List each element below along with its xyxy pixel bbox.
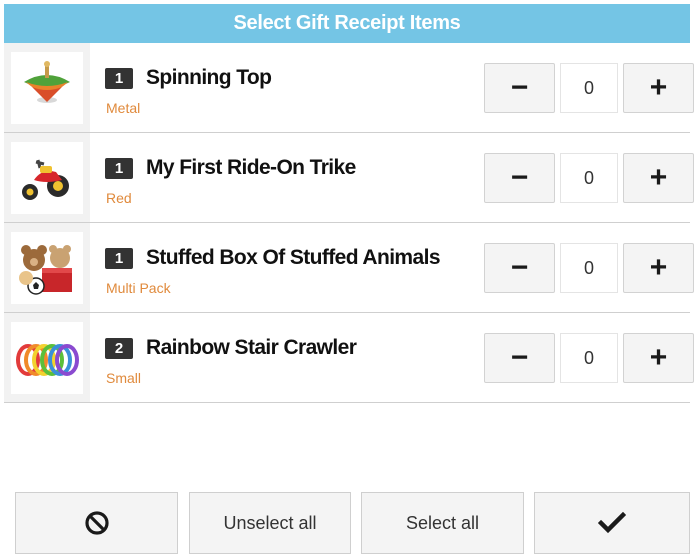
confirm-button[interactable]	[534, 492, 690, 554]
quantity-badge: 1	[105, 248, 133, 269]
decrement-button[interactable]: −	[484, 63, 555, 113]
no-entry-icon	[84, 511, 109, 535]
item-name: My First Ride-On Trike	[146, 156, 356, 179]
item-variant: Red	[106, 190, 132, 206]
item-list: 1 Spinning Top Metal − 0 + 1 My First Ri…	[4, 43, 694, 403]
unselect-all-button[interactable]: Unselect all	[189, 492, 351, 554]
selected-count: 0	[560, 243, 618, 293]
quantity-badge: 2	[105, 338, 133, 359]
dialog-title: Select Gift Receipt Items	[4, 4, 690, 43]
item-variant: Multi Pack	[106, 280, 171, 296]
item-thumbnail-cell	[4, 43, 90, 132]
decrement-button[interactable]: −	[484, 333, 555, 383]
cancel-button[interactable]	[15, 492, 178, 554]
item-thumbnail-cell	[4, 223, 90, 312]
stuffed-animals-image	[11, 232, 83, 304]
selected-count: 0	[560, 63, 618, 113]
decrement-button[interactable]: −	[484, 243, 555, 293]
item-row: 1 Spinning Top Metal − 0 +	[4, 43, 694, 133]
increment-button[interactable]: +	[623, 153, 694, 203]
quantity-badge: 1	[105, 158, 133, 179]
quantity-badge: 1	[105, 68, 133, 89]
increment-button[interactable]: +	[623, 333, 694, 383]
trike-image	[11, 142, 83, 214]
quantity-stepper: − 0 +	[484, 333, 694, 383]
decrement-button[interactable]: −	[484, 153, 555, 203]
item-row: 1 Stuffed Box Of Stuffed Animals Multi P…	[4, 223, 694, 313]
quantity-stepper: − 0 +	[484, 63, 694, 113]
action-bar: Unselect all Select all	[4, 488, 690, 557]
selected-count: 0	[560, 153, 618, 203]
item-row: 1 My First Ride-On Trike Red − 0 +	[4, 133, 694, 223]
increment-button[interactable]: +	[623, 63, 694, 113]
quantity-stepper: − 0 +	[484, 153, 694, 203]
item-name: Stuffed Box Of Stuffed Animals	[146, 246, 441, 269]
item-variant: Small	[106, 370, 142, 386]
spinning-top-image	[11, 52, 83, 124]
selected-count: 0	[560, 333, 618, 383]
gift-receipt-dialog: Select Gift Receipt Items 1 Spinning Top	[4, 4, 694, 557]
item-name: Spinning Top	[146, 66, 272, 89]
checkmark-icon	[598, 512, 626, 534]
item-variant: Metal	[106, 100, 141, 116]
item-thumbnail-cell	[4, 133, 90, 222]
select-all-button[interactable]: Select all	[361, 492, 524, 554]
increment-button[interactable]: +	[623, 243, 694, 293]
item-name: Rainbow Stair Crawler	[146, 336, 357, 359]
item-thumbnail-cell	[4, 313, 90, 402]
quantity-stepper: − 0 +	[484, 243, 694, 293]
item-row: 2 Rainbow Stair Crawler Small − 0 +	[4, 313, 694, 403]
rainbow-spring-image	[11, 322, 83, 394]
